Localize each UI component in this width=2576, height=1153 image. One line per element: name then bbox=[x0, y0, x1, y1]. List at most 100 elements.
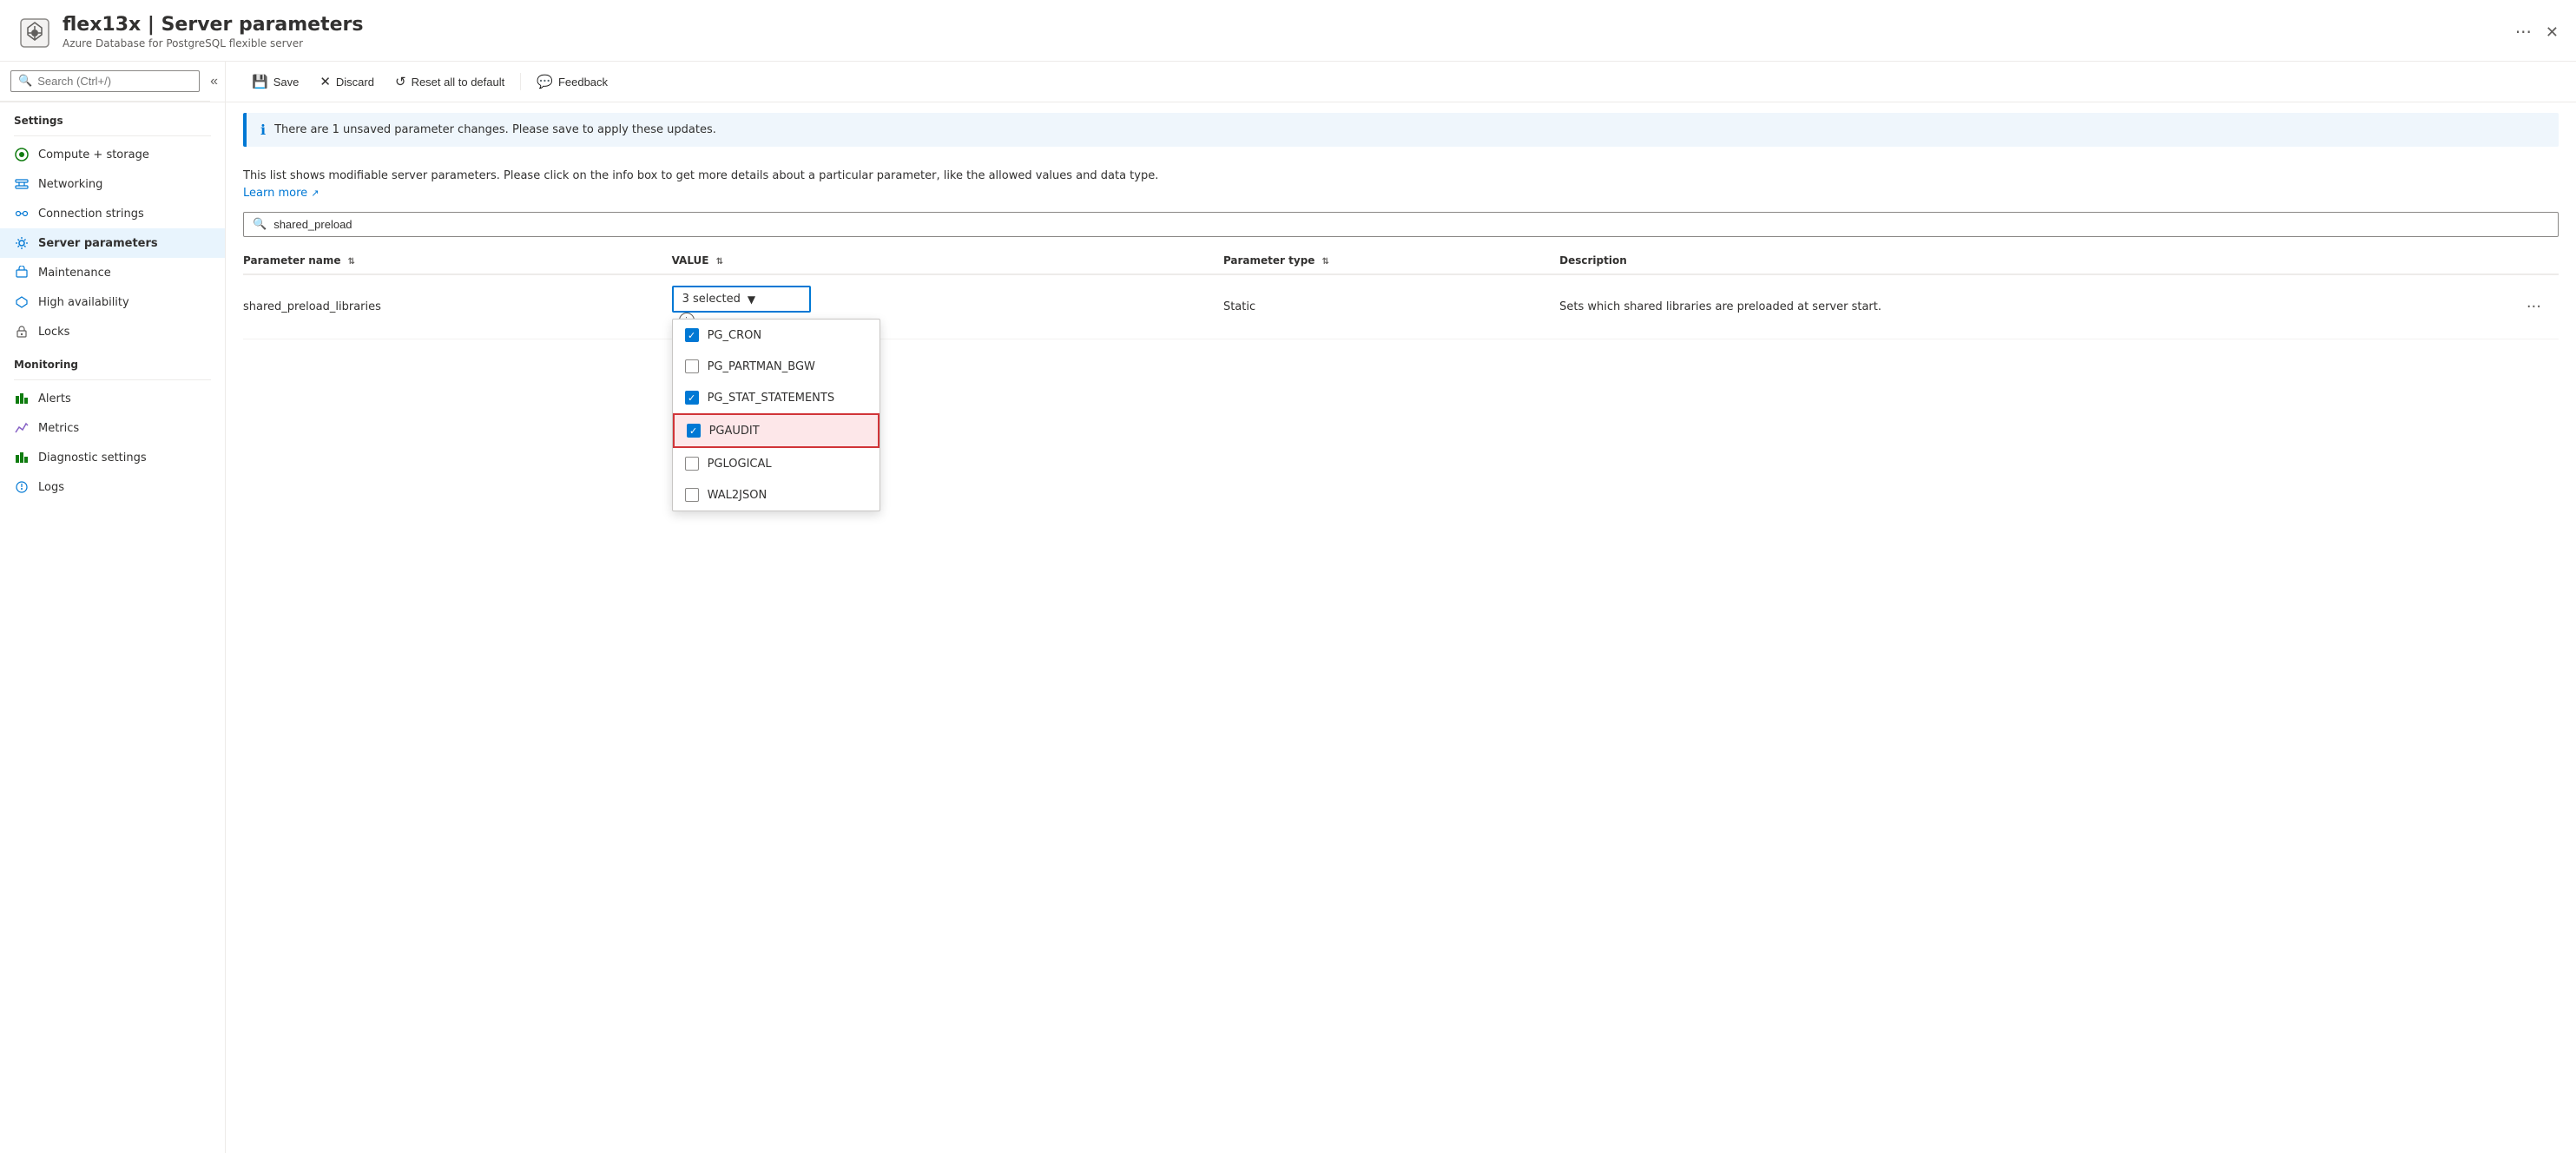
reset-icon: ↺ bbox=[395, 74, 406, 89]
monitoring-section-label: Monitoring bbox=[0, 346, 225, 376]
learn-more-link[interactable]: Learn more ↗ bbox=[243, 187, 320, 200]
param-description-cell: Sets which shared libraries are preloade… bbox=[1559, 274, 2520, 339]
dropdown-item-pg-cron[interactable]: PG_CRON bbox=[673, 320, 880, 351]
sidebar-item-metrics[interactable]: Metrics bbox=[0, 413, 225, 443]
sidebar-item-locks[interactable]: Locks bbox=[0, 317, 225, 346]
page-title: flex13x | Server parameters bbox=[63, 14, 2507, 36]
sidebar-item-label-locks: Locks bbox=[38, 326, 69, 339]
alert-message: There are 1 unsaved parameter changes. P… bbox=[274, 123, 716, 136]
compute-storage-icon bbox=[14, 147, 30, 162]
maintenance-icon bbox=[14, 265, 30, 280]
sidebar: 🔍 « Settings Compute + storage Net bbox=[0, 62, 226, 1153]
feedback-button[interactable]: 💬 Feedback bbox=[528, 69, 616, 95]
locks-icon bbox=[14, 324, 30, 339]
checkbox-pg-partman[interactable] bbox=[685, 359, 699, 373]
param-search-icon: 🔍 bbox=[253, 218, 267, 231]
sidebar-item-networking[interactable]: Networking bbox=[0, 169, 225, 199]
sidebar-item-label-networking: Networking bbox=[38, 178, 102, 191]
checkbox-wal2json[interactable] bbox=[685, 488, 699, 502]
sidebar-item-alerts[interactable]: Alerts bbox=[0, 384, 225, 413]
param-search-input[interactable] bbox=[273, 218, 2549, 231]
dropdown-trigger[interactable]: 3 selected ▼ bbox=[672, 286, 811, 313]
sidebar-search: 🔍 bbox=[0, 62, 210, 102]
sidebar-item-label-compute: Compute + storage bbox=[38, 148, 149, 161]
main-content: 💾 Save ✕ Discard ↺ Reset all to default … bbox=[226, 62, 2576, 1153]
high-availability-icon bbox=[14, 294, 30, 310]
checkbox-pg-stat[interactable] bbox=[685, 391, 699, 405]
param-name-cell: shared_preload_libraries bbox=[243, 274, 672, 339]
param-type-cell: Static bbox=[1223, 274, 1559, 339]
reset-button[interactable]: ↺ Reset all to default bbox=[386, 69, 513, 95]
sidebar-item-connection-strings[interactable]: Connection strings bbox=[0, 199, 225, 228]
toolbar: 💾 Save ✕ Discard ↺ Reset all to default … bbox=[226, 62, 2576, 102]
sort-icon-type: ⇅ bbox=[1322, 257, 1329, 267]
description-text: This list shows modifiable server parame… bbox=[243, 168, 2559, 201]
col-description: Description bbox=[1559, 247, 2520, 274]
metrics-icon bbox=[14, 420, 30, 436]
sort-icon-value: ⇅ bbox=[716, 257, 723, 267]
sidebar-item-label-alerts: Alerts bbox=[38, 392, 71, 405]
sidebar-collapse-button[interactable]: « bbox=[210, 74, 218, 89]
discard-icon: ✕ bbox=[320, 74, 331, 89]
col-param-name[interactable]: Parameter name ⇅ bbox=[243, 247, 672, 274]
dropdown-item-pg-partman[interactable]: PG_PARTMAN_BGW bbox=[673, 351, 880, 382]
server-params-icon bbox=[14, 235, 30, 251]
more-options-icon[interactable]: ··· bbox=[2520, 294, 2548, 320]
table-row: shared_preload_libraries 3 selected ▼ i bbox=[243, 274, 2559, 339]
close-button[interactable]: ✕ bbox=[2546, 23, 2559, 42]
sidebar-search-input[interactable] bbox=[37, 75, 192, 88]
sidebar-item-diagnostic[interactable]: Diagnostic settings bbox=[0, 443, 225, 472]
diagnostic-icon bbox=[14, 450, 30, 465]
search-icon: 🔍 bbox=[18, 75, 32, 88]
params-table: Parameter name ⇅ VALUE ⇅ Parameter type … bbox=[243, 247, 2559, 339]
server-icon bbox=[17, 16, 52, 50]
sidebar-item-label-ha: High availability bbox=[38, 296, 129, 309]
dropdown-item-pg-stat[interactable]: PG_STAT_STATEMENTS bbox=[673, 382, 880, 413]
col-actions bbox=[2520, 247, 2559, 274]
settings-section-label: Settings bbox=[0, 102, 225, 132]
info-icon: ℹ bbox=[260, 122, 266, 138]
sidebar-item-label-server-params: Server parameters bbox=[38, 237, 158, 250]
col-param-type[interactable]: Parameter type ⇅ bbox=[1223, 247, 1559, 274]
alerts-icon bbox=[14, 391, 30, 406]
param-value-cell: 3 selected ▼ i PG_CRON bbox=[672, 274, 1223, 339]
value-dropdown: 3 selected ▼ i PG_CRON bbox=[672, 286, 811, 328]
more-options-button[interactable]: ··· bbox=[2515, 22, 2532, 43]
param-search-box: 🔍 bbox=[243, 212, 2559, 237]
save-icon: 💾 bbox=[252, 74, 268, 89]
save-button[interactable]: 💾 Save bbox=[243, 69, 307, 95]
sidebar-item-server-parameters[interactable]: Server parameters bbox=[0, 228, 225, 258]
col-value[interactable]: VALUE ⇅ bbox=[672, 247, 1223, 274]
header-text-group: flex13x | Server parameters Azure Databa… bbox=[63, 14, 2507, 49]
checkbox-pglogical[interactable] bbox=[685, 457, 699, 471]
chevron-down-icon: ▼ bbox=[748, 293, 755, 306]
monitoring-divider bbox=[14, 379, 211, 380]
dropdown-item-pgaudit[interactable]: PGAUDIT bbox=[673, 413, 880, 448]
connection-strings-icon bbox=[14, 206, 30, 221]
discard-button[interactable]: ✕ Discard bbox=[311, 69, 383, 95]
sidebar-item-compute-storage[interactable]: Compute + storage bbox=[0, 140, 225, 169]
sort-icon-name: ⇅ bbox=[348, 257, 355, 267]
sidebar-item-label-diagnostic: Diagnostic settings bbox=[38, 451, 147, 464]
dropdown-item-pglogical[interactable]: PGLOGICAL bbox=[673, 448, 880, 479]
dropdown-item-wal2json[interactable]: WAL2JSON bbox=[673, 479, 880, 511]
row-more-options[interactable]: ··· bbox=[2520, 274, 2559, 339]
external-link-icon: ↗ bbox=[311, 188, 319, 199]
alert-banner: ℹ There are 1 unsaved parameter changes.… bbox=[243, 113, 2559, 147]
page-header: flex13x | Server parameters Azure Databa… bbox=[0, 0, 2576, 62]
sidebar-item-high-availability[interactable]: High availability bbox=[0, 287, 225, 317]
sidebar-item-label-metrics: Metrics bbox=[38, 422, 79, 435]
page-subtitle: Azure Database for PostgreSQL flexible s… bbox=[63, 37, 2507, 49]
sidebar-item-label-logs: Logs bbox=[38, 481, 64, 494]
dropdown-panel: PG_CRON PG_PARTMAN_BGW PG_ bbox=[672, 319, 880, 511]
checkbox-pgaudit[interactable] bbox=[687, 424, 701, 438]
settings-divider bbox=[14, 135, 211, 136]
sidebar-item-label-maintenance: Maintenance bbox=[38, 267, 111, 280]
sidebar-item-label-connection: Connection strings bbox=[38, 208, 144, 221]
sidebar-item-logs[interactable]: Logs bbox=[0, 472, 225, 502]
checkbox-pg-cron[interactable] bbox=[685, 328, 699, 342]
networking-icon bbox=[14, 176, 30, 192]
toolbar-separator bbox=[520, 73, 521, 90]
sidebar-item-maintenance[interactable]: Maintenance bbox=[0, 258, 225, 287]
content-body: This list shows modifiable server parame… bbox=[226, 157, 2576, 1153]
